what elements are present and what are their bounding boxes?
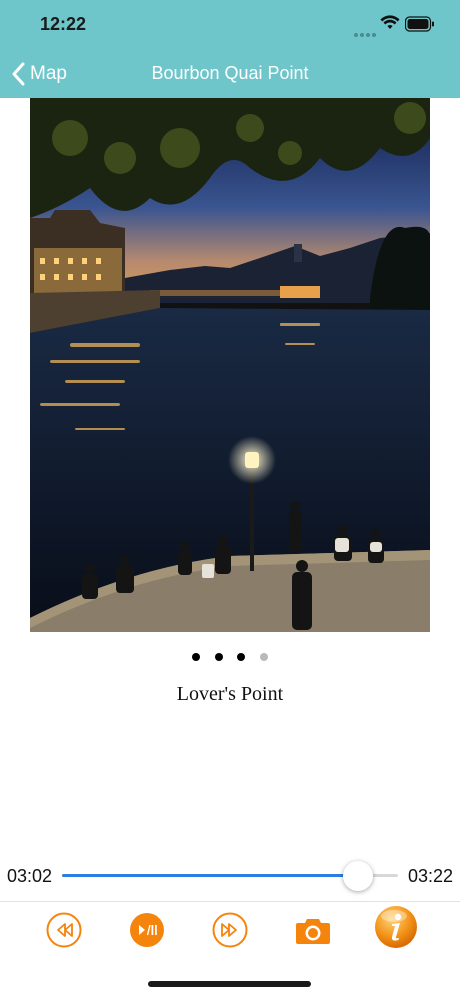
rewind-icon (46, 912, 82, 948)
home-indicator[interactable] (148, 981, 311, 987)
current-time: 03:02 (7, 866, 53, 886)
total-time: 03:22 (407, 866, 453, 886)
wifi-icon (380, 15, 400, 29)
status-time: 12:22 (40, 14, 87, 34)
slider-thumb[interactable] (342, 861, 373, 891)
page-title: Bourbon Quai Point (151, 63, 309, 83)
header-bar: 12:22 Map Bourbon Quai Point (0, 0, 460, 98)
divider (0, 901, 460, 902)
info-button[interactable] (373, 905, 419, 951)
fast-forward-button[interactable] (212, 912, 248, 948)
play-pause-button[interactable] (129, 912, 165, 948)
info-icon (375, 906, 417, 948)
page-dot (214, 653, 223, 661)
battery-icon (405, 16, 434, 32)
signal-icon (354, 24, 378, 42)
page-dot-current (237, 653, 246, 661)
photo-caption: Lover's Point (176, 683, 284, 705)
progress-fill (62, 874, 358, 877)
page-dot (192, 653, 201, 661)
play-pause-icon (130, 913, 164, 947)
page-indicator[interactable] (0, 648, 460, 666)
camera-icon (296, 919, 330, 944)
camera-button[interactable] (295, 912, 331, 948)
photo-image (30, 98, 430, 632)
fast-forward-icon (212, 912, 248, 948)
page-dot (259, 653, 268, 661)
rewind-button[interactable] (46, 912, 82, 948)
photo-carousel[interactable] (30, 98, 430, 632)
